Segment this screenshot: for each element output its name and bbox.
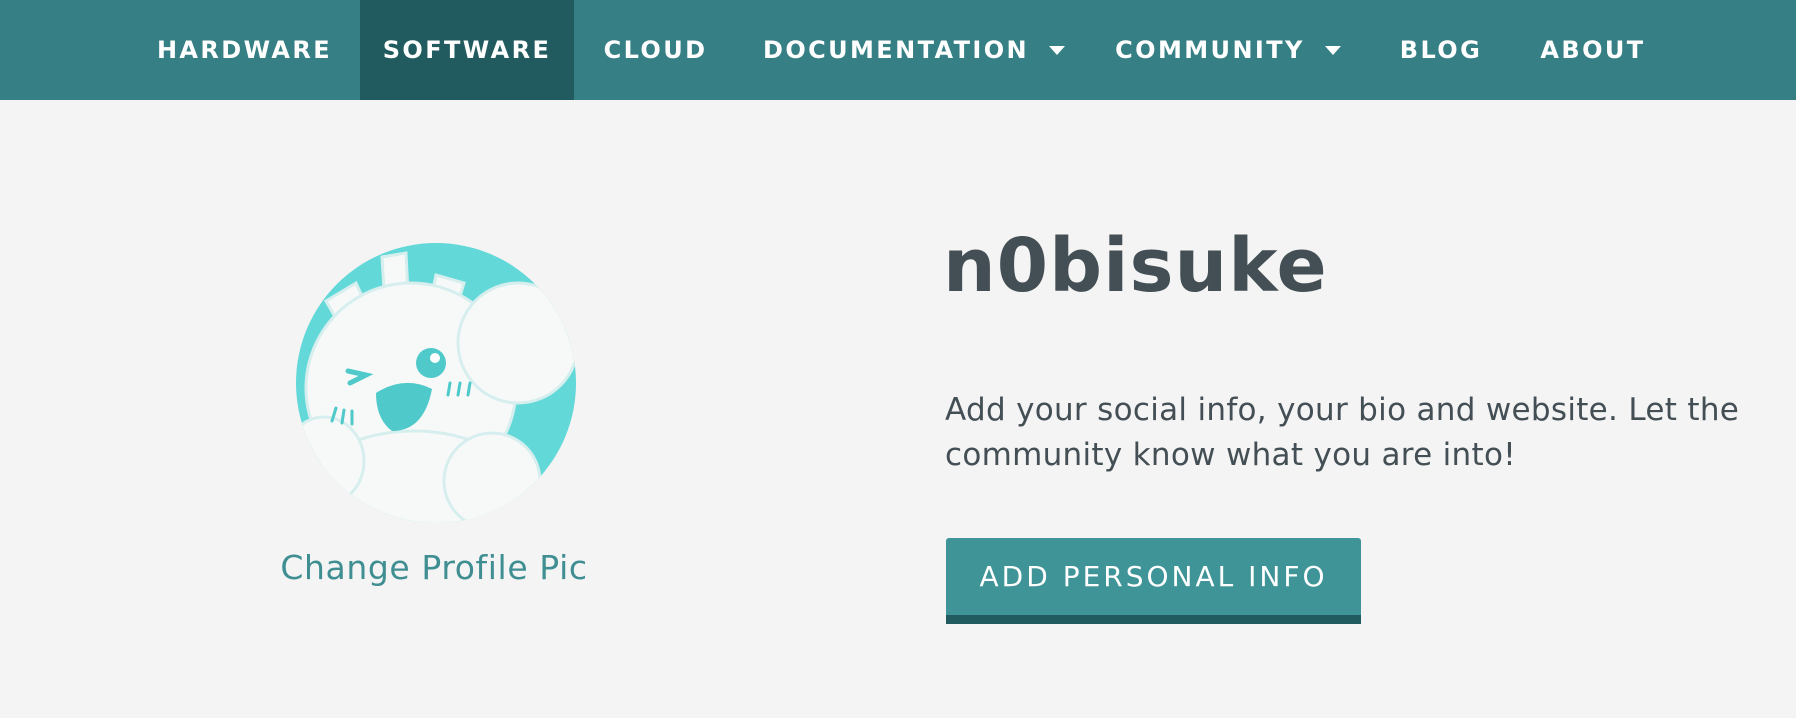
add-personal-info-button[interactable]: ADD PERSONAL INFO [946, 538, 1361, 624]
chevron-down-icon [1049, 45, 1065, 55]
top-navbar: HARDWARE SOFTWARE CLOUD DOCUMENTATION CO… [0, 0, 1796, 100]
username: n0bisuke [943, 223, 1328, 309]
nav-cloud[interactable]: CLOUD [593, 0, 718, 100]
nav-about-label: ABOUT [1540, 36, 1646, 64]
change-profile-pic-link[interactable]: Change Profile Pic [236, 548, 632, 587]
nav-software-label: SOFTWARE [382, 36, 552, 64]
nav-documentation-label: DOCUMENTATION [763, 36, 1029, 64]
nav-about[interactable]: ABOUT [1534, 0, 1652, 100]
nav-hardware[interactable]: HARDWARE [147, 0, 342, 100]
nav-cloud-label: CLOUD [603, 36, 708, 64]
nav-community-label: COMMUNITY [1115, 36, 1305, 64]
nav-blog-label: BLOG [1399, 36, 1483, 64]
chevron-down-icon [1324, 45, 1341, 55]
nav-community[interactable]: COMMUNITY [1110, 0, 1346, 100]
nav-software[interactable]: SOFTWARE [360, 0, 574, 100]
add-personal-info-label: ADD PERSONAL INFO [979, 560, 1328, 593]
cartoon-avatar-icon [296, 243, 576, 523]
nav-hardware-label: HARDWARE [156, 36, 333, 64]
nav-documentation[interactable]: DOCUMENTATION [755, 0, 1073, 100]
nav-blog[interactable]: BLOG [1388, 0, 1494, 100]
avatar[interactable] [296, 243, 576, 523]
bio-prompt: Add your social info, your bio and websi… [945, 392, 1740, 473]
